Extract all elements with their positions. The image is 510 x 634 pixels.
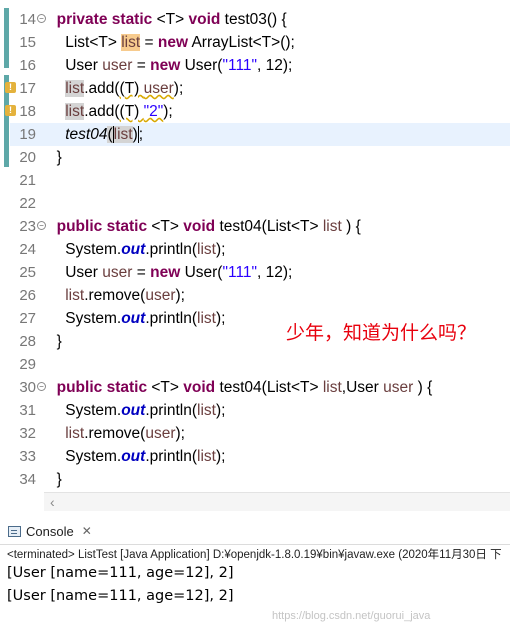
line-number: 33 [19,448,36,465]
line-number: 31 [19,402,36,419]
console-output-line: [User [name=111, age=12], 2] [7,565,234,581]
code-line: 32 list.remove(user); [0,422,510,445]
tab-console-label: Console [26,523,74,539]
line-number: 28 [19,333,36,350]
code-line: 33 System.out.println(list); [0,445,510,468]
code-line: 21 [0,169,510,192]
watermark: https://blog.csdn.net/guorui_java [272,610,431,622]
code-text[interactable]: list.remove(user); [48,422,185,445]
line-number: 20 [19,149,36,166]
code-text[interactable]: test04(list); [48,123,143,146]
code-line: 30− public static <T> void test04(List<T… [0,376,510,399]
code-line: 26 list.remove(user); [0,284,510,307]
close-icon[interactable]: ✕ [82,524,92,538]
code-text[interactable]: list.remove(user); [48,284,185,307]
fold-toggle-icon[interactable]: − [37,14,46,23]
code-text[interactable]: System.out.println(list); [48,445,225,468]
line-number: 34 [19,471,36,488]
code-text[interactable]: private static <T> void test03() { [48,8,287,31]
tab-console[interactable]: Console ✕ [2,518,98,544]
code-editor[interactable]: 14− private static <T> void test03() {15… [0,0,510,492]
code-line: 34 } [0,468,510,491]
console-tab-bar: Console ✕ [0,518,510,545]
code-line: 19 test04(list); [0,123,510,146]
code-text[interactable]: list.add((T) user); [48,77,183,100]
code-text[interactable]: System.out.println(list); [48,238,225,261]
code-text[interactable]: System.out.println(list); [48,307,225,330]
line-number: 32 [19,425,36,442]
line-number: 21 [19,172,36,189]
line-number: 30 [19,379,36,396]
code-text[interactable] [48,353,65,376]
console-output-line: [User [name=111, age=12], 2] [7,588,234,604]
console-status: <terminated> ListTest [Java Application]… [7,549,502,561]
code-line: 16 User user = new User("111", 12); [0,54,510,77]
code-line: ! 18 list.add((T) "2"); [0,100,510,123]
line-number: 24 [19,241,36,258]
code-line: 22 [0,192,510,215]
code-text[interactable]: List<T> list = new ArrayList<T>(); [48,31,295,54]
code-text[interactable]: } [48,330,62,353]
line-number: 19 [19,126,36,143]
code-text[interactable]: list.add((T) "2"); [48,100,173,123]
fold-toggle-icon[interactable]: − [37,221,46,230]
line-number: 14 [19,11,36,28]
code-line: 25 User user = new User("111", 12); [0,261,510,284]
code-text[interactable]: public static <T> void test04(List<T> li… [48,376,433,399]
code-line: 31 System.out.println(list); [0,399,510,422]
code-line: 20 } [0,146,510,169]
line-number: 18 [19,103,36,120]
line-number: 15 [19,34,36,51]
line-number: 16 [19,57,36,74]
fold-toggle-icon[interactable]: − [37,382,46,391]
line-number: 29 [19,356,36,373]
scroll-left-icon[interactable]: ‹ [50,493,55,511]
line-number: 26 [19,287,36,304]
code-line: 14− private static <T> void test03() { [0,8,510,31]
code-text[interactable]: public static <T> void test04(List<T> li… [48,215,361,238]
annotation-text: 少年，知道为什么吗？ [286,323,477,344]
code-line: 23− public static <T> void test04(List<T… [0,215,510,238]
code-text[interactable]: User user = new User("111", 12); [48,54,292,77]
code-text[interactable] [48,192,65,215]
code-line: ! 17 list.add((T) user); [0,77,510,100]
code-text[interactable]: System.out.println(list); [48,399,225,422]
code-line: 15 List<T> list = new ArrayList<T>(); [0,31,510,54]
code-text[interactable]: User user = new User("111", 12); [48,261,292,284]
code-text[interactable] [48,169,65,192]
console-icon [8,525,21,537]
code-text[interactable]: } [48,146,62,169]
line-number: 25 [19,264,36,281]
horizontal-scrollbar[interactable]: ‹ [44,492,510,511]
line-number: 17 [19,80,36,97]
line-number: 23 [19,218,36,235]
code-line: 24 System.out.println(list); [0,238,510,261]
line-number: 22 [19,195,36,212]
code-text[interactable]: } [48,468,62,491]
line-number: 27 [19,310,36,327]
code-line: 29 [0,353,510,376]
